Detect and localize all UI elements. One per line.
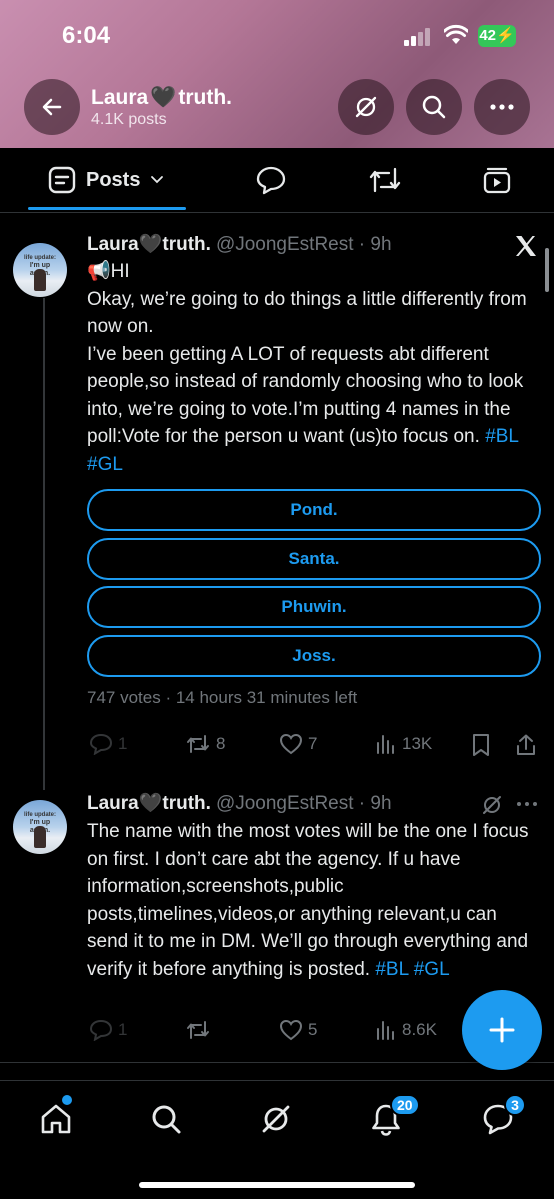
active-tab-indicator <box>28 207 186 210</box>
reply-icon <box>89 1019 113 1041</box>
grok-nav-icon[interactable] <box>258 1101 294 1137</box>
like-icon <box>279 733 303 755</box>
back-button[interactable] <box>24 79 80 135</box>
hashtag-bl[interactable]: #BL <box>375 959 408 980</box>
views-button[interactable]: 8.6K <box>375 1019 437 1041</box>
poll-meta: 747 votes · 14 hours 31 minutes left <box>87 688 358 707</box>
more-icon[interactable] <box>516 801 538 807</box>
replies-tab-icon[interactable] <box>255 164 287 196</box>
views-button[interactable]: 13K <box>375 733 432 755</box>
author-handle[interactable]: @JoongEstRest · 9h <box>216 793 392 815</box>
hashtag-bl[interactable]: #BL <box>485 426 518 447</box>
poll-option-3[interactable]: Phuwin. <box>87 586 541 628</box>
post-header: Laura🖤truth. @JoongEstRest · 9h <box>87 791 392 815</box>
avatar[interactable]: life update:I'm up again. <box>13 800 67 854</box>
reposts-tab-icon[interactable] <box>367 164 403 196</box>
messages-badge: 3 <box>504 1094 526 1116</box>
poll-option-4[interactable]: Joss. <box>87 635 541 677</box>
hashtag-gl[interactable]: #GL <box>87 454 123 475</box>
signal-icon <box>404 28 434 46</box>
explore-icon[interactable] <box>148 1101 184 1137</box>
bookmark-icon[interactable] <box>471 733 491 757</box>
grok-button[interactable] <box>338 79 394 135</box>
thread-line <box>43 298 45 790</box>
home-indicator <box>139 1182 415 1188</box>
grok-icon[interactable] <box>481 794 503 816</box>
post-header: Laura🖤truth. @JoongEstRest · 9h <box>87 232 392 256</box>
post-divider <box>0 1062 554 1063</box>
reply-button[interactable]: 1 <box>89 733 127 755</box>
post-text: The name with the most votes will be the… <box>87 821 529 980</box>
post-actions: 1 8 7 13K <box>87 733 547 763</box>
repost-button[interactable] <box>185 1019 211 1041</box>
reply-icon <box>89 733 113 755</box>
repost-button[interactable]: 8 <box>185 733 225 755</box>
wifi-icon <box>444 24 468 44</box>
back-arrow-icon <box>42 98 62 116</box>
home-unread-dot <box>62 1095 72 1105</box>
search-icon <box>422 95 446 119</box>
poll-option-2[interactable]: Santa. <box>87 538 541 580</box>
heart-emoji: 🖤 <box>150 86 177 109</box>
profile-tabs: Posts <box>0 148 554 212</box>
more-icon <box>490 104 514 110</box>
author-name[interactable]: Laura🖤truth. <box>87 791 211 815</box>
posts-icon <box>48 166 76 194</box>
hashtag-gl[interactable]: #GL <box>414 959 450 980</box>
author-name[interactable]: Laura🖤truth. <box>87 232 211 256</box>
x-logo-icon <box>516 236 536 256</box>
home-icon[interactable] <box>38 1101 74 1137</box>
tab-posts[interactable]: Posts <box>48 166 164 194</box>
battery-indicator: 42⚡ <box>478 25 516 47</box>
views-icon <box>377 1021 394 1040</box>
tab-posts-label: Posts <box>86 168 141 191</box>
like-button[interactable]: 5 <box>279 1019 317 1041</box>
tabs-divider <box>0 212 554 213</box>
compose-button[interactable] <box>462 990 542 1070</box>
post-text: 📢HI Okay, we’re going to do things a lit… <box>87 261 527 475</box>
avatar[interactable]: life update:I'm up again. <box>13 243 67 297</box>
like-icon <box>279 1019 303 1041</box>
status-time: 6:04 <box>62 22 111 49</box>
like-button[interactable]: 7 <box>279 733 317 755</box>
views-icon <box>377 735 394 754</box>
post-count: 4.1K posts <box>91 111 167 128</box>
status-bar: 6:04 42⚡ <box>0 0 554 70</box>
more-button[interactable] <box>474 79 530 135</box>
profile-name: Laura 🖤 truth. <box>91 86 232 109</box>
repost-icon <box>187 735 209 753</box>
reply-button[interactable]: 1 <box>89 1019 127 1041</box>
share-icon[interactable] <box>515 733 537 757</box>
repost-icon <box>187 1021 209 1039</box>
media-tab-icon[interactable] <box>481 164 513 196</box>
chevron-down-icon <box>151 176 164 184</box>
search-button[interactable] <box>406 79 462 135</box>
notifications-badge: 20 <box>390 1094 420 1116</box>
author-handle[interactable]: @JoongEstRest · 9h <box>216 234 392 256</box>
poll-option-1[interactable]: Pond. <box>87 489 541 531</box>
compose-icon <box>489 1017 515 1043</box>
grok-icon <box>355 96 377 118</box>
